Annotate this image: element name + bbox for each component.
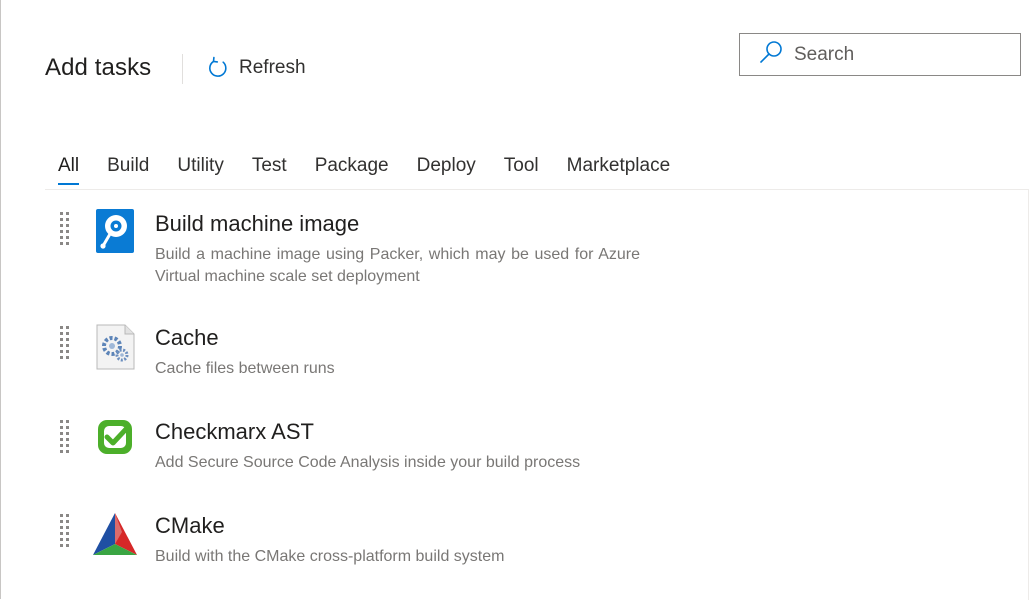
- refresh-icon: [206, 56, 230, 80]
- tab-build[interactable]: Build: [107, 155, 149, 185]
- drag-handle-icon[interactable]: [60, 212, 69, 245]
- refresh-button[interactable]: Refresh: [206, 56, 306, 80]
- tab-test[interactable]: Test: [252, 155, 287, 185]
- task-description: Build with the CMake cross-platform buil…: [155, 548, 505, 565]
- drag-handle-icon[interactable]: [60, 326, 69, 359]
- task-description: Build a machine image using Packer, whic…: [155, 246, 640, 285]
- cache-gear-icon: [95, 324, 135, 370]
- category-tabs: All Build Utility Test Package Deploy To…: [58, 155, 698, 185]
- drag-handle-icon[interactable]: [60, 514, 69, 547]
- task-item[interactable]: CMake Build with the CMake cross-platfor…: [45, 510, 1025, 570]
- task-description: Cache files between runs: [155, 360, 335, 377]
- task-title: Checkmarx AST: [155, 419, 314, 444]
- task-item[interactable]: Cache Cache files between runs: [45, 322, 1025, 382]
- panel-left-border: [0, 0, 1, 599]
- task-item[interactable]: Checkmarx AST Add Secure Source Code Ana…: [45, 416, 1025, 476]
- tab-package[interactable]: Package: [315, 155, 389, 185]
- cmake-icon: [92, 512, 138, 555]
- header-divider: [182, 54, 183, 84]
- tab-all[interactable]: All: [58, 155, 80, 185]
- tab-deploy[interactable]: Deploy: [417, 155, 476, 185]
- task-title: Cache: [155, 325, 219, 350]
- task-item[interactable]: Build machine image Build a machine imag…: [45, 208, 1025, 298]
- task-title: Build machine image: [155, 211, 360, 236]
- search-box[interactable]: [739, 33, 1021, 76]
- task-list: Build machine image Build a machine imag…: [45, 189, 1029, 600]
- checkmarx-icon: [95, 417, 135, 457]
- tab-utility[interactable]: Utility: [177, 155, 223, 185]
- page-title: Add tasks: [45, 54, 152, 81]
- tab-tool[interactable]: Tool: [504, 155, 539, 185]
- packer-disk-icon: [95, 208, 135, 253]
- search-icon: [740, 39, 784, 70]
- tab-marketplace[interactable]: Marketplace: [567, 155, 671, 185]
- drag-handle-icon[interactable]: [60, 420, 69, 453]
- search-input[interactable]: [792, 42, 1016, 67]
- task-description: Add Secure Source Code Analysis inside y…: [155, 454, 581, 471]
- refresh-label: Refresh: [239, 57, 306, 78]
- task-title: CMake: [155, 513, 225, 538]
